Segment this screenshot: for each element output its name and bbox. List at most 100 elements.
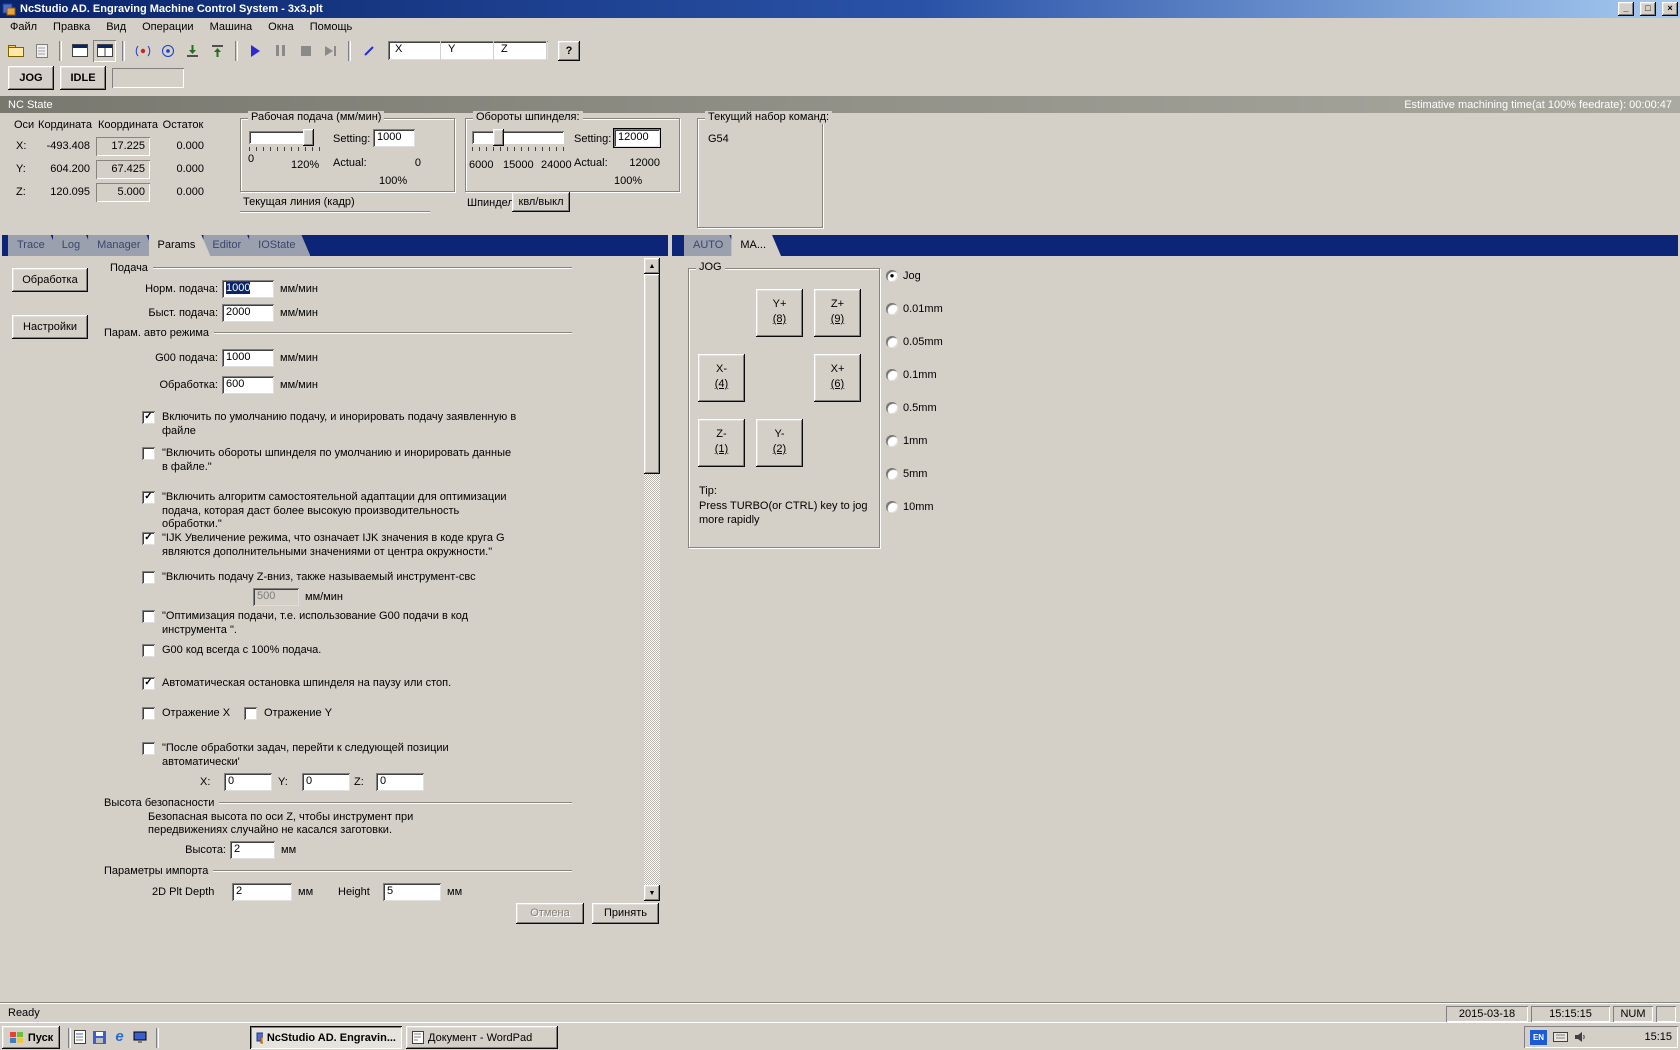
jog-x-plus-button[interactable]: X+ (6): [814, 354, 861, 402]
language-indicator[interactable]: EN: [1530, 1029, 1547, 1045]
load-program-button[interactable]: [181, 40, 204, 62]
handwheel-button[interactable]: [357, 40, 380, 62]
start-button[interactable]: Пуск: [2, 1026, 60, 1049]
step-option-jog[interactable]: ● Jog: [886, 270, 921, 282]
spindle-setting-input[interactable]: 12000: [614, 129, 660, 147]
feed-slider-thumb[interactable]: [303, 129, 314, 146]
work-coord-box[interactable]: 67.425: [96, 160, 150, 179]
minimize-button[interactable]: _: [1618, 2, 1634, 16]
speaker-icon[interactable]: [1574, 1031, 1586, 1043]
unload-program-button[interactable]: [206, 40, 229, 62]
axis-z-cell[interactable]: Z: [494, 41, 547, 60]
processing-params-button[interactable]: Обработка: [12, 268, 88, 292]
jog-z-plus-button[interactable]: Z+ (9): [814, 289, 861, 337]
trace-mode-button[interactable]: [156, 40, 179, 62]
settings-params-button[interactable]: Настройки: [12, 315, 88, 339]
goto-next-position-checkbox[interactable]: [142, 742, 155, 755]
tab-trace[interactable]: Trace: [8, 235, 60, 256]
menu-view[interactable]: Вид: [98, 19, 134, 36]
mirror-y-checkbox[interactable]: [244, 707, 257, 720]
tab-auto[interactable]: AUTO: [684, 235, 738, 256]
plt-height-input[interactable]: 5: [383, 883, 441, 901]
zdown-feed-checkbox[interactable]: [142, 571, 155, 584]
normal-feed-input[interactable]: 1000: [222, 280, 274, 298]
spindle-toggle-button[interactable]: квл/выкл: [512, 192, 570, 212]
safety-height-input[interactable]: 2: [230, 841, 275, 859]
quicklaunch-save-button[interactable]: [90, 1027, 109, 1047]
tab-manager[interactable]: Manager: [88, 235, 155, 256]
help-button[interactable]: ?: [558, 40, 580, 61]
axis-y-cell[interactable]: Y: [441, 41, 494, 60]
spindle-slider-thumb[interactable]: [493, 129, 504, 146]
scroll-down-button[interactable]: ▼: [644, 885, 660, 901]
menu-operations[interactable]: Операции: [134, 19, 201, 36]
step-option-1mm[interactable]: 1mm: [886, 435, 927, 447]
menu-file[interactable]: Файл: [2, 19, 45, 36]
jog-mode-button[interactable]: JOG: [8, 66, 54, 90]
step-option-005mm[interactable]: 0.05mm: [886, 336, 943, 348]
tab-iostate[interactable]: IOState: [249, 235, 310, 256]
pos-x-input[interactable]: 0: [224, 773, 272, 791]
quicklaunch-document-button[interactable]: [70, 1027, 89, 1047]
quicklaunch-internet-button[interactable]: e: [110, 1026, 129, 1046]
stop-button[interactable]: [294, 40, 317, 62]
pos-y-input[interactable]: 0: [302, 773, 350, 791]
tab-manual[interactable]: MA...: [731, 235, 781, 256]
tip-line1: Press TURBO(or CTRL) key to jog: [699, 500, 868, 512]
taskbar-clock[interactable]: 15:15: [1644, 1031, 1672, 1043]
step-option-10mm[interactable]: 10mm: [886, 501, 934, 513]
open-file-button[interactable]: [5, 40, 28, 62]
jog-y-plus-button[interactable]: Y+ (8): [756, 289, 803, 337]
menu-machine[interactable]: Машина: [202, 19, 261, 36]
cancel-button[interactable]: Отмена: [516, 903, 584, 924]
work-coord-box[interactable]: 17.225: [96, 137, 150, 156]
work-coord-box[interactable]: 5.000: [96, 183, 150, 202]
tab-params[interactable]: Params: [149, 235, 211, 256]
scroll-up-button[interactable]: ▲: [644, 258, 660, 274]
keyboard-icon[interactable]: [1553, 1032, 1568, 1042]
g00-feed-input[interactable]: 1000: [222, 349, 274, 367]
adaptive-algorithm-checkbox[interactable]: ✓: [142, 491, 155, 504]
pos-z-input[interactable]: 0: [376, 773, 424, 791]
feed-setting-input[interactable]: 1000: [373, 129, 415, 147]
spindle-slider-track[interactable]: [472, 131, 564, 144]
jog-y-minus-button[interactable]: Y- (2): [756, 419, 803, 467]
apply-button[interactable]: Принять: [592, 903, 659, 924]
start-button[interactable]: [244, 40, 267, 62]
tab-editor[interactable]: Editor: [203, 235, 256, 256]
fast-feed-input[interactable]: 2000: [222, 304, 274, 322]
auto-spindle-stop-checkbox[interactable]: ✓: [142, 677, 155, 690]
scrollbar-thumb[interactable]: [644, 274, 660, 474]
step-option-5mm[interactable]: 5mm: [886, 468, 927, 480]
ijk-increment-checkbox[interactable]: ✓: [142, 532, 155, 545]
step-button[interactable]: [319, 40, 342, 62]
mirror-x-checkbox[interactable]: [142, 707, 155, 720]
quicklaunch-desktop-button[interactable]: [130, 1027, 149, 1047]
menu-help[interactable]: Помощь: [302, 19, 361, 36]
menu-edit[interactable]: Правка: [45, 19, 98, 36]
menu-windows[interactable]: Окна: [260, 19, 302, 36]
feed-optimization-checkbox[interactable]: [142, 610, 155, 623]
step-option-01mm[interactable]: 0.1mm: [886, 369, 937, 381]
axis-x-cell[interactable]: X: [388, 41, 441, 60]
g00-full-feed-checkbox[interactable]: [142, 644, 155, 657]
close-button[interactable]: ×: [1662, 2, 1678, 16]
scrollbar-track[interactable]: [644, 274, 660, 885]
plt-depth-input[interactable]: 2: [232, 883, 292, 901]
step-option-05mm[interactable]: 0.5mm: [886, 402, 937, 414]
maximize-button[interactable]: □: [1640, 2, 1656, 16]
processing-feed-input[interactable]: 600: [222, 376, 274, 394]
jog-x-minus-button[interactable]: X- (4): [698, 354, 745, 402]
pause-button[interactable]: [269, 40, 292, 62]
task-wordpad-button[interactable]: Документ - WordPad: [406, 1026, 558, 1049]
default-spindle-checkbox[interactable]: [142, 447, 155, 460]
idle-mode-button[interactable]: IDLE: [60, 66, 106, 90]
task-ncstudio-button[interactable]: NcStudio AD. Engravin...: [250, 1026, 402, 1049]
view-switch-button[interactable]: [93, 40, 116, 62]
default-feed-checkbox[interactable]: ✓: [142, 411, 155, 424]
step-option-001mm[interactable]: 0.01mm: [886, 303, 943, 315]
jog-z-minus-button[interactable]: Z- (1): [698, 419, 745, 467]
demo-mode-button[interactable]: [131, 40, 154, 62]
window-layout-button[interactable]: [68, 40, 91, 62]
export-button[interactable]: [30, 40, 53, 62]
